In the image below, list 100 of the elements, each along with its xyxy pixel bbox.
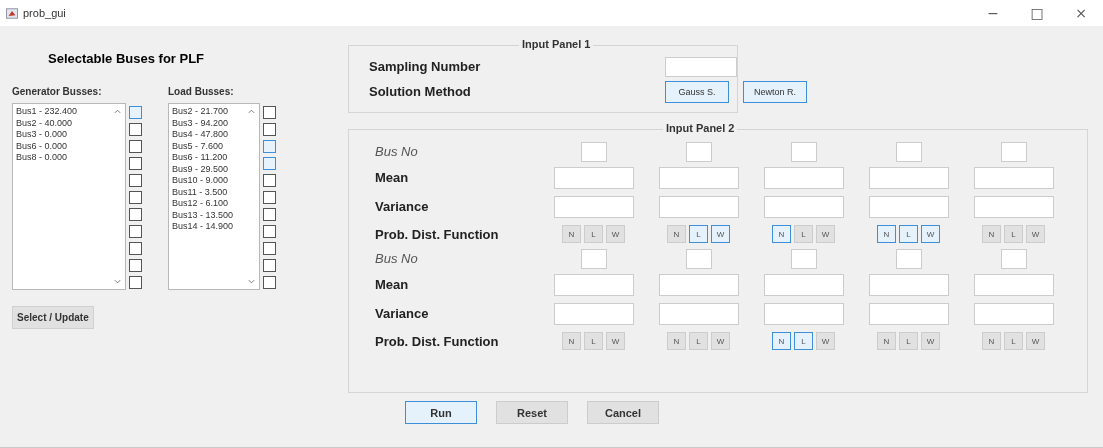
distribution-button[interactable]: W	[816, 225, 835, 243]
mean-field[interactable]	[973, 273, 1054, 296]
list-item[interactable]: Bus14 - 14.900	[172, 221, 256, 233]
distribution-button[interactable]: L	[899, 225, 918, 243]
variance-field[interactable]	[658, 195, 739, 218]
variance-field[interactable]	[658, 302, 739, 325]
maximize-button[interactable]: □	[1015, 0, 1059, 26]
distribution-button[interactable]: L	[794, 225, 813, 243]
bus-number-field[interactable]	[790, 141, 817, 162]
checkbox[interactable]	[263, 123, 276, 136]
bus-number-field[interactable]	[580, 248, 607, 269]
variance-field[interactable]	[763, 195, 844, 218]
variance-field[interactable]	[973, 195, 1054, 218]
checkbox[interactable]	[129, 276, 142, 289]
checkbox[interactable]	[129, 225, 142, 238]
checkbox[interactable]	[263, 174, 276, 187]
variance-field[interactable]	[763, 302, 844, 325]
list-item[interactable]: Bus5 - 7.600	[172, 140, 256, 152]
bus-number-field[interactable]	[580, 141, 607, 162]
checkbox[interactable]	[263, 276, 276, 289]
distribution-button[interactable]: L	[584, 332, 603, 350]
variance-field[interactable]	[553, 302, 634, 325]
action-button[interactable]: Reset	[496, 401, 568, 424]
mean-field[interactable]	[553, 273, 634, 296]
list-item[interactable]: Bus9 - 29.500	[172, 163, 256, 175]
mean-field[interactable]	[973, 166, 1054, 189]
list-item[interactable]: Bus3 - 94.200	[172, 117, 256, 129]
list-item[interactable]: Bus2 - 21.700	[172, 106, 256, 118]
checkbox[interactable]	[129, 157, 142, 170]
distribution-button[interactable]: N	[667, 332, 686, 350]
mean-field[interactable]	[868, 166, 949, 189]
list-item[interactable]: Bus2 - 40.000	[16, 117, 122, 129]
distribution-button[interactable]: W	[1026, 332, 1045, 350]
distribution-button[interactable]: W	[606, 225, 625, 243]
checkbox[interactable]	[129, 259, 142, 272]
mean-field[interactable]	[553, 166, 634, 189]
checkbox[interactable]	[129, 191, 142, 204]
list-item[interactable]: Bus6 - 11.200	[172, 152, 256, 164]
distribution-button[interactable]: N	[667, 225, 686, 243]
bus-number-field[interactable]	[685, 248, 712, 269]
distribution-button[interactable]: N	[562, 225, 581, 243]
scroll-up-icon[interactable]	[248, 109, 255, 114]
list-item[interactable]: Bus11 - 3.500	[172, 186, 256, 198]
list-box[interactable]: Bus1 - 232.400 Bus2 - 40.000 Bus3 - 0.000 Bus6 - 0.000 Bus8 - 0.000	[12, 103, 126, 290]
action-button[interactable]: Run	[405, 401, 477, 424]
variance-field[interactable]	[553, 195, 634, 218]
scroll-down-icon[interactable]	[248, 279, 255, 284]
method-button[interactable]: Newton R.	[743, 80, 807, 103]
list-item[interactable]: Bus10 - 9.000	[172, 175, 256, 187]
checkbox[interactable]	[263, 157, 276, 170]
checkbox[interactable]	[263, 259, 276, 272]
bus-number-field[interactable]	[895, 248, 922, 269]
distribution-button[interactable]: N	[877, 332, 896, 350]
checkbox[interactable]	[129, 123, 142, 136]
checkbox[interactable]	[129, 174, 142, 187]
checkbox[interactable]	[263, 225, 276, 238]
distribution-button[interactable]: N	[562, 332, 581, 350]
distribution-button[interactable]: W	[606, 332, 625, 350]
input-field[interactable]	[665, 56, 737, 77]
distribution-button[interactable]: W	[921, 332, 940, 350]
checkbox[interactable]	[263, 106, 276, 119]
distribution-button[interactable]: L	[584, 225, 603, 243]
checkbox[interactable]	[129, 208, 142, 221]
mean-field[interactable]	[658, 273, 739, 296]
distribution-button[interactable]: N	[982, 332, 1001, 350]
minimize-button[interactable]: −	[971, 0, 1015, 26]
bus-number-field[interactable]	[790, 248, 817, 269]
mean-field[interactable]	[763, 273, 844, 296]
method-button[interactable]: Gauss S.	[665, 80, 729, 103]
distribution-button[interactable]: W	[711, 332, 730, 350]
distribution-button[interactable]: L	[689, 225, 708, 243]
list-item[interactable]: Bus4 - 47.800	[172, 129, 256, 141]
action-button[interactable]: Cancel	[587, 401, 659, 424]
distribution-button[interactable]: L	[899, 332, 918, 350]
list-item[interactable]: Bus13 - 13.500	[172, 209, 256, 221]
scroll-down-icon[interactable]	[114, 279, 121, 284]
bus-number-field[interactable]	[685, 141, 712, 162]
list-item[interactable]: Bus12 - 6.100	[172, 198, 256, 210]
distribution-button[interactable]: N	[877, 225, 896, 243]
mean-field[interactable]	[658, 166, 739, 189]
checkbox[interactable]	[263, 242, 276, 255]
scroll-up-icon[interactable]	[114, 109, 121, 114]
variance-field[interactable]	[868, 195, 949, 218]
list-item[interactable]: Bus1 - 232.400	[16, 106, 122, 118]
checkbox[interactable]	[263, 140, 276, 153]
checkbox[interactable]	[263, 191, 276, 204]
distribution-button[interactable]: W	[921, 225, 940, 243]
bus-number-field[interactable]	[895, 141, 922, 162]
checkbox[interactable]	[129, 140, 142, 153]
distribution-button[interactable]: W	[816, 332, 835, 350]
close-button[interactable]: ×	[1059, 0, 1103, 26]
distribution-button[interactable]: W	[1026, 225, 1045, 243]
distribution-button[interactable]: N	[772, 332, 791, 350]
checkbox[interactable]	[263, 208, 276, 221]
variance-field[interactable]	[868, 302, 949, 325]
list-item[interactable]: Bus6 - 0.000	[16, 140, 122, 152]
distribution-button[interactable]: L	[689, 332, 708, 350]
select-update-button[interactable]: Select / Update	[12, 306, 94, 329]
variance-field[interactable]	[973, 302, 1054, 325]
mean-field[interactable]	[763, 166, 844, 189]
